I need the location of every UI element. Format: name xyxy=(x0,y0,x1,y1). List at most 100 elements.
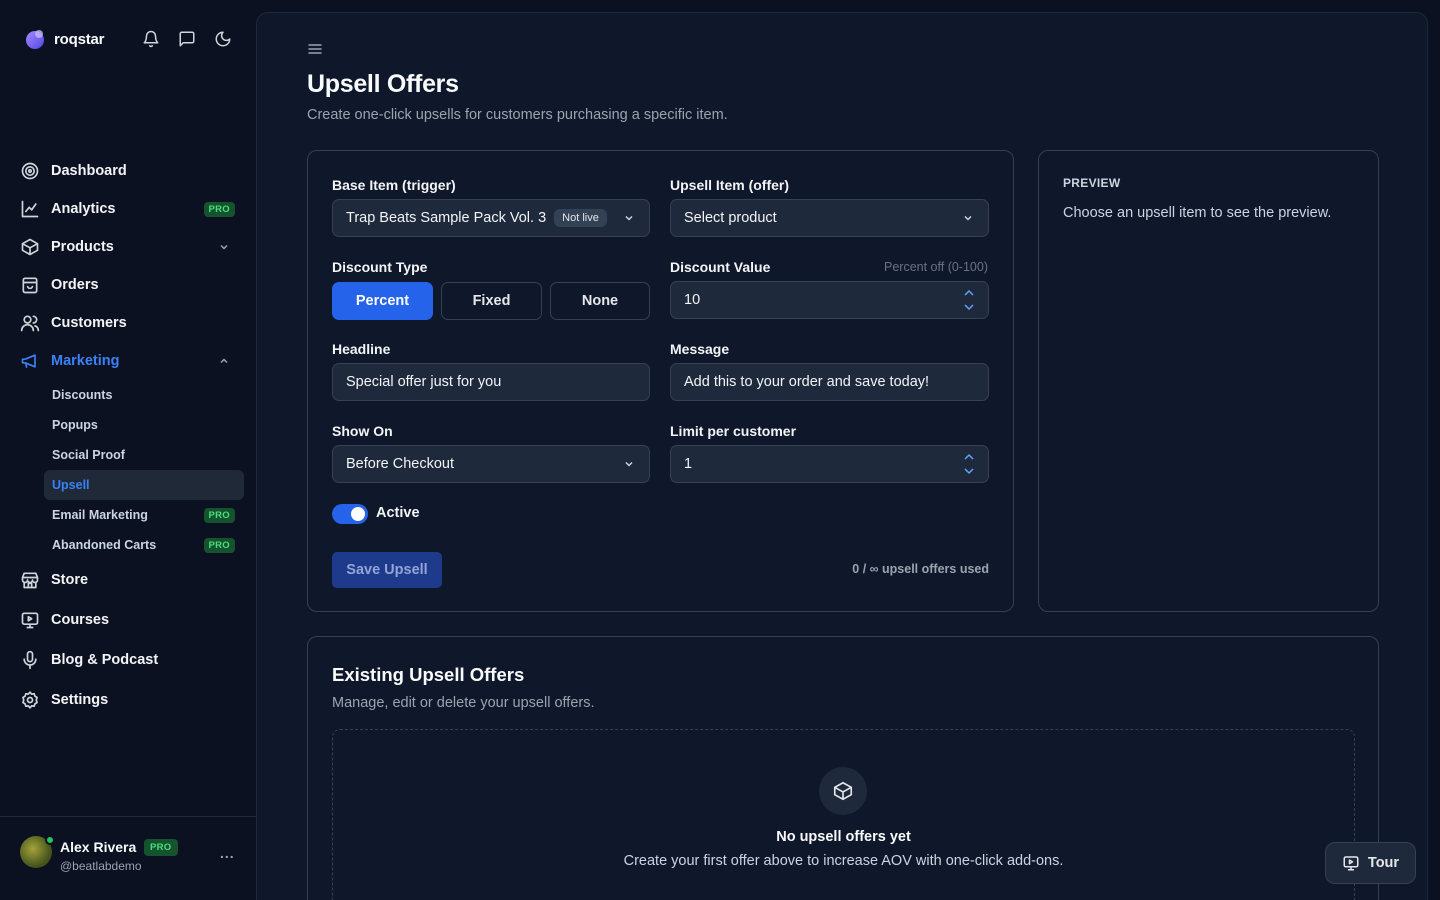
headline-label: Headline xyxy=(332,341,391,357)
courses-icon xyxy=(20,610,40,630)
discount-value-text: 10 xyxy=(684,292,701,308)
limit-value: 1 xyxy=(684,456,693,472)
nav-item-store[interactable]: Store xyxy=(0,560,256,600)
nav-label: Products xyxy=(51,239,114,255)
more-options-icon[interactable]: ... xyxy=(220,845,235,861)
discount-value-input[interactable]: 10 xyxy=(670,281,989,319)
show-on-label: Show On xyxy=(332,423,393,439)
discount-type-none-button[interactable]: None xyxy=(550,282,650,320)
nav-label: Customers xyxy=(51,315,127,331)
nav-label: Courses xyxy=(51,612,110,628)
message-input[interactable]: Add this to your order and save today! xyxy=(670,363,989,401)
nav-label: Settings xyxy=(51,692,109,708)
tour-label: Tour xyxy=(1367,855,1400,871)
empty-state: No upsell offers yet Create your first o… xyxy=(332,729,1355,900)
bell-icon[interactable] xyxy=(142,30,160,48)
number-stepper-icon[interactable] xyxy=(962,450,976,478)
nav-item-settings[interactable]: Settings xyxy=(0,680,256,720)
settings-icon xyxy=(20,690,40,710)
marketing-subnav: Discounts Popups Social Proof Upsell Ema… xyxy=(0,380,256,560)
page-subtitle: Create one-click upsells for customers p… xyxy=(307,107,728,123)
number-stepper-icon[interactable] xyxy=(962,286,976,314)
nav-label: Analytics xyxy=(51,201,116,217)
show-on-select[interactable]: Before Checkout xyxy=(332,445,650,483)
moon-icon[interactable] xyxy=(214,30,232,48)
products-icon xyxy=(20,237,40,257)
nav-item-courses[interactable]: Courses xyxy=(0,600,256,640)
preview-text: Choose an upsell item to see the preview… xyxy=(1063,205,1332,221)
nav-label: Store xyxy=(51,572,89,588)
nav-item-blog[interactable]: Blog & Podcast xyxy=(0,640,256,680)
tour-button[interactable]: Tour xyxy=(1325,842,1416,884)
subnav-label: Email Marketing xyxy=(52,508,148,522)
chevron-up-icon xyxy=(218,355,230,367)
nav-item-analytics[interactable]: Analytics PRO xyxy=(0,190,256,228)
section-subtitle: Manage, edit or delete your upsell offer… xyxy=(332,695,595,711)
chevron-down-icon xyxy=(962,212,974,224)
analytics-icon xyxy=(20,199,40,219)
dashboard-icon xyxy=(20,161,40,181)
box-icon xyxy=(819,767,867,815)
top-icons xyxy=(142,30,232,48)
pro-badge: PRO xyxy=(203,538,235,553)
store-icon xyxy=(20,570,40,590)
existing-offers-card: Existing Upsell Offers Manage, edit or d… xyxy=(307,636,1379,900)
microphone-icon xyxy=(20,650,40,670)
save-upsell-button[interactable]: Save Upsell xyxy=(332,552,442,588)
discount-type-label: Discount Type xyxy=(332,259,428,275)
base-item-value: Trap Beats Sample Pack Vol. 3 xyxy=(346,210,547,226)
chevron-down-icon xyxy=(623,458,635,470)
base-item-select[interactable]: Trap Beats Sample Pack Vol. 3 Not live xyxy=(332,199,650,237)
active-label: Active xyxy=(376,505,420,521)
empty-title: No upsell offers yet xyxy=(776,829,911,845)
limit-input[interactable]: 1 xyxy=(670,445,989,483)
upsell-item-select[interactable]: Select product xyxy=(670,199,989,237)
subnav-item-email-marketing[interactable]: Email Marketing PRO xyxy=(44,500,244,530)
subnav-item-discounts[interactable]: Discounts xyxy=(44,380,244,410)
user-profile[interactable]: Alex Rivera PRO @beatlabdemo ... xyxy=(0,816,256,900)
main-nav: Dashboard Analytics PRO Products Orders xyxy=(0,152,256,720)
subnav-item-upsell[interactable]: Upsell xyxy=(44,470,244,500)
subnav-item-social-proof[interactable]: Social Proof xyxy=(44,440,244,470)
message-label: Message xyxy=(670,341,730,357)
subnav-item-popups[interactable]: Popups xyxy=(44,410,244,440)
nav-label: Dashboard xyxy=(51,163,127,179)
subnav-item-abandoned-carts[interactable]: Abandoned Carts PRO xyxy=(44,530,244,560)
active-toggle[interactable] xyxy=(332,504,368,524)
discount-value-hint: Percent off (0-100) xyxy=(884,260,988,274)
user-name: Alex Rivera xyxy=(60,839,137,855)
show-on-value: Before Checkout xyxy=(346,456,455,472)
headline-input[interactable]: Special offer just for you xyxy=(332,363,650,401)
orders-icon xyxy=(20,275,40,295)
nav-item-orders[interactable]: Orders xyxy=(0,266,256,304)
nav-label: Blog & Podcast xyxy=(51,652,159,668)
discount-type-fixed-button[interactable]: Fixed xyxy=(441,282,542,320)
discount-type-percent-button[interactable]: Percent xyxy=(332,282,433,320)
section-title: Existing Upsell Offers xyxy=(332,664,525,685)
empty-subtitle: Create your first offer above to increas… xyxy=(623,853,1064,869)
preview-card: PREVIEW Choose an upsell item to see the… xyxy=(1038,150,1379,612)
headline-value: Special offer just for you xyxy=(346,374,502,390)
nav-item-products[interactable]: Products xyxy=(0,228,256,266)
chevron-down-icon xyxy=(623,212,635,224)
chat-icon[interactable] xyxy=(178,30,196,48)
logo-icon xyxy=(26,30,44,49)
brand[interactable]: roqstar xyxy=(24,28,104,50)
pro-badge: PRO xyxy=(203,508,235,523)
customers-icon xyxy=(20,313,40,333)
nav-label: Orders xyxy=(51,277,99,293)
subnav-label: Abandoned Carts xyxy=(52,538,157,552)
message-value: Add this to your order and save today! xyxy=(684,374,930,390)
nav-item-marketing[interactable]: Marketing xyxy=(0,342,256,380)
marketing-icon xyxy=(20,351,40,371)
user-handle: @beatlabdemo xyxy=(60,859,142,873)
upsell-form-card: Base Item (trigger) Trap Beats Sample Pa… xyxy=(307,150,1014,612)
nav-item-dashboard[interactable]: Dashboard xyxy=(0,152,256,190)
base-item-label: Base Item (trigger) xyxy=(332,177,456,193)
tour-icon xyxy=(1342,854,1360,872)
main-panel: Upsell Offers Create one-click upsells f… xyxy=(256,12,1428,900)
upsell-item-label: Upsell Item (offer) xyxy=(670,177,790,193)
nav-item-customers[interactable]: Customers xyxy=(0,304,256,342)
menu-icon[interactable] xyxy=(307,41,323,57)
pro-badge: PRO xyxy=(144,839,178,856)
